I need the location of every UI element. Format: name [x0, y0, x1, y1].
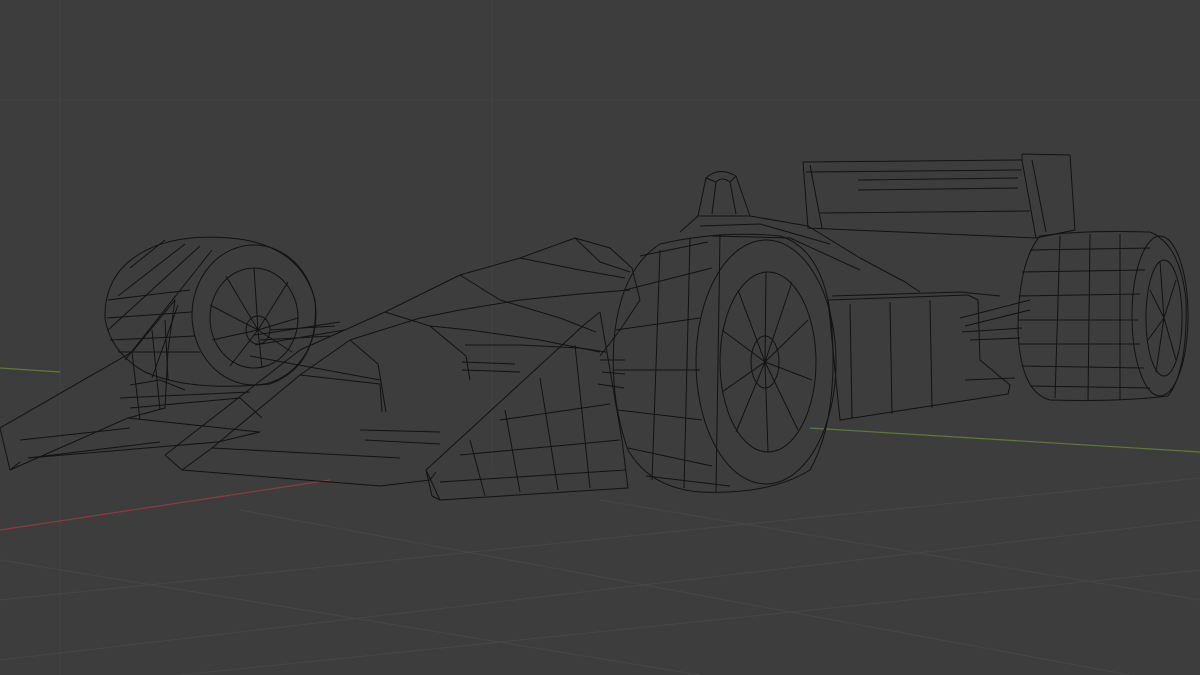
front-left-wheel[interactable]: [104, 236, 317, 387]
front-wing-endplate-left: [0, 299, 176, 471]
grid-line: [599, 499, 1200, 601]
wire-edge: [19, 379, 186, 459]
wire-edge: [805, 169, 1023, 173]
y-axis-line: [809, 427, 1200, 453]
rim: [719, 271, 817, 453]
suspension-arm: [597, 359, 626, 389]
front-right-wheel[interactable]: [612, 233, 837, 493]
wire-edge: [711, 178, 737, 215]
front-wing-endplate-right[interactable]: [425, 311, 629, 501]
wire-edge: [819, 177, 1031, 214]
y-axis-line: [0, 367, 61, 373]
engine-cover: [679, 215, 921, 293]
wire-edge: [9, 417, 261, 471]
wire-edge: [699, 223, 861, 271]
front-wing[interactable]: [0, 299, 263, 471]
tire-sidewall: [1131, 235, 1189, 397]
wire-edge: [1018, 247, 1151, 389]
world-axes: [0, 367, 1200, 531]
wire-edge: [614, 241, 731, 487]
wire-edge: [1021, 154, 1047, 233]
grid-line: [0, 477, 1200, 601]
rear-right-wheel[interactable]: [1017, 231, 1189, 401]
wire-edge: [964, 377, 1016, 381]
wire-edge: [465, 344, 607, 353]
wire-edge: [651, 233, 721, 493]
wire-edge: [384, 274, 597, 381]
suspension: [254, 299, 1031, 389]
wire-edge: [1054, 233, 1121, 401]
3d-viewport[interactable]: [0, 0, 1200, 675]
x-axis-line: [0, 479, 331, 531]
wire-edge: [721, 271, 813, 453]
grid-line: [239, 509, 1131, 675]
chassis[interactable]: [164, 237, 641, 487]
suspension-arm: [254, 321, 346, 346]
rim: [209, 267, 299, 369]
tire-outline: [612, 233, 834, 493]
wire-edge: [519, 237, 631, 279]
wire-edge: [1147, 261, 1177, 373]
floor-grid: [0, 0, 1200, 675]
nose-bottom: [164, 454, 437, 487]
airbox-shell: [697, 171, 751, 217]
wire-edge: [831, 291, 1001, 297]
wire-edge: [181, 289, 631, 471]
nose-top: [164, 237, 641, 456]
rear-wing[interactable]: [802, 153, 1076, 239]
formula-1-car-wireframe[interactable]: [0, 153, 1189, 501]
sidepod-shell: [827, 294, 1011, 421]
wire-edge: [439, 403, 626, 483]
wire-edge: [849, 299, 933, 419]
rear-wing-endplate: [1021, 153, 1076, 239]
viewport-canvas[interactable]: [0, 0, 1200, 675]
wire-edge: [809, 164, 823, 229]
